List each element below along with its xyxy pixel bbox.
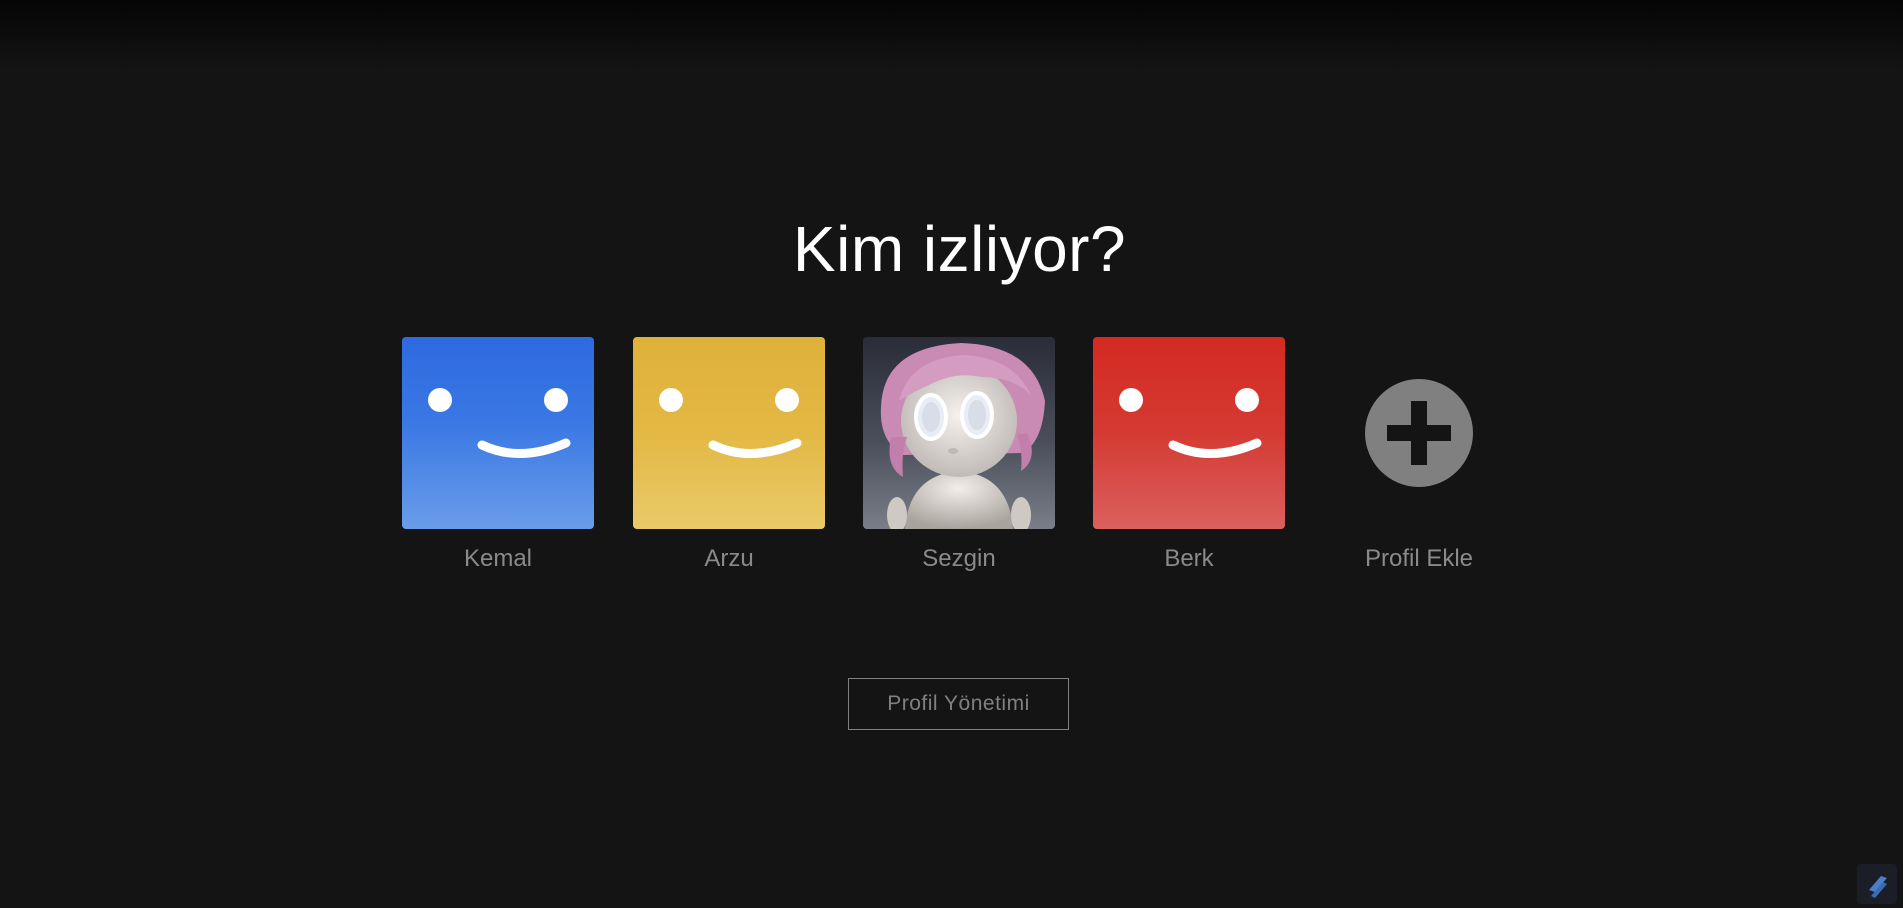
profile-item-arzu[interactable]: Arzu [633, 337, 825, 573]
profile-select-page: Kim izliyor? Kemal Arzu Sezgin Berk Prof… [0, 0, 1903, 908]
smiley-avatar-yellow-icon[interactable] [633, 337, 825, 529]
profile-name: Sezgin [922, 545, 996, 572]
smiley-avatar-blue-icon[interactable] [402, 337, 594, 529]
robot-avatar-icon[interactable] [863, 337, 1055, 529]
add-profile-item[interactable]: Profil Ekle [1323, 337, 1515, 573]
page-title: Kim izliyor? [792, 213, 1127, 285]
manage-profiles-button[interactable]: Profil Yönetimi [848, 678, 1069, 730]
profile-name: Arzu [704, 545, 754, 572]
profile-item-kemal[interactable]: Kemal [402, 337, 594, 573]
extension-badge-icon[interactable] [1857, 864, 1897, 904]
smiley-avatar-red-icon[interactable] [1093, 337, 1285, 529]
profile-name: Berk [1164, 545, 1214, 572]
profile-item-berk[interactable]: Berk [1093, 337, 1285, 573]
profile-name: Kemal [463, 545, 533, 572]
add-profile-label: Profil Ekle [1364, 545, 1474, 572]
profile-item-sezgin[interactable]: Sezgin [863, 337, 1055, 573]
top-gradient [0, 0, 1903, 70]
plus-circle-icon[interactable] [1323, 337, 1515, 529]
